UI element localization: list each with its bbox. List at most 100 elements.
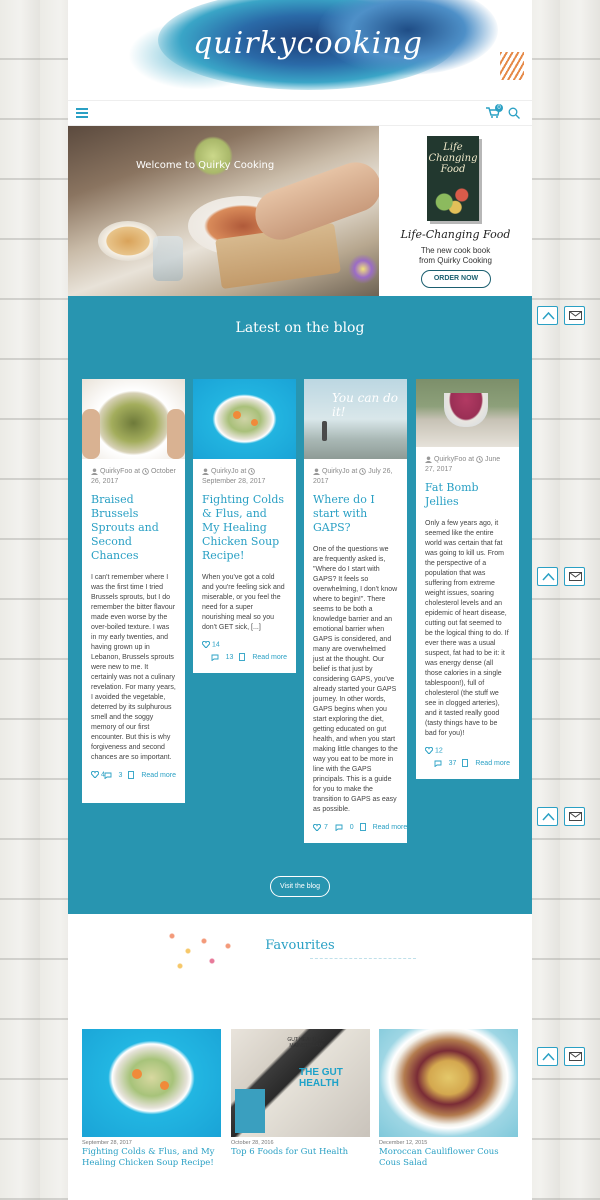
document-icon bbox=[239, 653, 246, 661]
email-button[interactable] bbox=[564, 567, 585, 586]
user-icon bbox=[202, 468, 209, 475]
page-container: quirkycooking 0 Welcome to Quirky Cookin… bbox=[68, 0, 532, 1200]
blog-section-heading: Latest on the blog bbox=[235, 320, 365, 336]
blog-card-image[interactable]: You can do it! bbox=[304, 379, 407, 459]
likes-count[interactable]: 14 bbox=[201, 640, 220, 649]
post-meta: QuirkyFoo at June 27, 2017 bbox=[425, 455, 510, 475]
clock-icon bbox=[142, 467, 149, 475]
bowl bbox=[98, 221, 158, 261]
heart-icon bbox=[201, 640, 211, 649]
clock-icon bbox=[248, 467, 256, 475]
hero-welcome-text: Welcome to Quirky Cooking bbox=[136, 160, 275, 171]
post-author[interactable]: QuirkyFoo bbox=[100, 468, 132, 475]
book-thumbnail bbox=[235, 1089, 265, 1133]
post-footer-actions: 3 Read more bbox=[104, 771, 176, 779]
logo-decoration bbox=[500, 52, 524, 80]
post-author[interactable]: QuirkyFoo bbox=[434, 456, 466, 463]
image-overlay-text: GUT HEALTH IS MAINSTREAM bbox=[287, 1037, 325, 1049]
post-title[interactable]: Fighting Colds & Flus, and My Healing Ch… bbox=[202, 493, 287, 563]
read-more-link[interactable]: Read more bbox=[252, 654, 287, 661]
comments-count[interactable]: 3 bbox=[119, 772, 123, 779]
jelly-bowl bbox=[444, 393, 488, 427]
image-overlay-text: You can do it! bbox=[332, 391, 398, 419]
post-title[interactable]: Braised Brussels Sprouts and Second Chan… bbox=[91, 493, 176, 563]
post-footer-actions: 37 Read more bbox=[434, 759, 510, 767]
favourite-date: October 28, 2016 bbox=[231, 1140, 274, 1146]
post-author[interactable]: QuirkyJo bbox=[211, 468, 239, 475]
scroll-top-button[interactable] bbox=[537, 567, 558, 586]
likes-number: 12 bbox=[434, 747, 443, 755]
blog-card-body: QuirkyJo at July 26, 2017 Where do I sta… bbox=[304, 459, 407, 843]
favourite-image[interactable]: GUT HEALTH IS MAINSTREAM THE GUT HEALTH bbox=[231, 1029, 370, 1137]
email-button[interactable] bbox=[564, 807, 585, 826]
blog-card-body: QuirkyFoo at June 27, 2017 Fat Bomb Jell… bbox=[416, 447, 519, 779]
cart-count-badge: 0 bbox=[495, 104, 503, 112]
post-at: at bbox=[351, 468, 358, 475]
post-meta: QuirkyFoo at October 26, 2017 bbox=[91, 467, 176, 487]
read-more-link[interactable]: Read more bbox=[475, 760, 510, 767]
favourite-card: GUT HEALTH IS MAINSTREAM THE GUT HEALTH … bbox=[231, 1029, 370, 1158]
favourite-title[interactable]: Top 6 Foods for Gut Health bbox=[231, 1147, 370, 1158]
site-logo[interactable]: quirkycooking bbox=[188, 26, 428, 61]
envelope-icon bbox=[569, 311, 582, 320]
read-more-link[interactable]: Read more bbox=[141, 772, 176, 779]
blog-card-body: QuirkyJo at September 28, 2017 Fighting … bbox=[193, 459, 296, 673]
hero-food-photo[interactable]: Welcome to Quirky Cooking bbox=[68, 126, 379, 296]
heart-icon bbox=[312, 823, 322, 832]
comments-count[interactable]: 0 bbox=[350, 824, 354, 831]
email-button[interactable] bbox=[564, 306, 585, 325]
favourite-image[interactable] bbox=[82, 1029, 221, 1137]
blog-card-body: QuirkyFoo at October 26, 2017 Braised Br… bbox=[82, 459, 185, 803]
heart-icon bbox=[424, 746, 434, 755]
likes-count[interactable]: 7 bbox=[324, 824, 328, 831]
post-author[interactable]: QuirkyJo bbox=[322, 468, 350, 475]
arrow-up-icon bbox=[542, 311, 555, 320]
post-excerpt: When you've got a cold and you're feelin… bbox=[202, 574, 285, 631]
comment-icon bbox=[335, 824, 343, 831]
envelope-icon bbox=[569, 572, 582, 581]
favourite-card: September 28, 2017 Fighting Colds & Flus… bbox=[82, 1029, 221, 1169]
post-footer-actions: 7 0 Read more bbox=[312, 823, 408, 832]
book-cover-image[interactable]: Life Changing Food bbox=[427, 136, 479, 221]
post-meta: QuirkyJo at July 26, 2017 bbox=[313, 467, 398, 487]
menu-icon[interactable] bbox=[76, 108, 88, 118]
favourite-image[interactable] bbox=[379, 1029, 518, 1137]
search-icon[interactable] bbox=[508, 107, 520, 119]
scroll-top-button[interactable] bbox=[537, 1047, 558, 1066]
read-more-link[interactable]: Read more bbox=[373, 824, 408, 831]
envelope-icon bbox=[569, 812, 582, 821]
post-at: at bbox=[240, 468, 247, 475]
scroll-top-button[interactable] bbox=[537, 807, 558, 826]
blog-card-image[interactable] bbox=[82, 379, 185, 459]
visit-blog-button[interactable]: Visit the blog bbox=[270, 876, 330, 897]
site-header: quirkycooking bbox=[68, 0, 532, 100]
likes-count[interactable]: 12 bbox=[424, 746, 443, 755]
nav-bar: 0 bbox=[68, 100, 532, 126]
blog-card-image[interactable] bbox=[193, 379, 296, 459]
clock-icon bbox=[359, 467, 367, 475]
blog-card-image[interactable] bbox=[416, 379, 519, 447]
order-now-button[interactable]: ORDER NOW bbox=[421, 270, 491, 288]
favourite-title[interactable]: Moroccan Cauliflower Cous Cous Salad bbox=[379, 1147, 518, 1169]
favourite-title[interactable]: Fighting Colds & Flus, and My Healing Ch… bbox=[82, 1147, 221, 1169]
post-footer: 12 37 Read more bbox=[424, 746, 510, 771]
comment-icon bbox=[434, 760, 442, 767]
scroll-top-button[interactable] bbox=[537, 306, 558, 325]
favourite-date: September 28, 2017 bbox=[82, 1140, 132, 1146]
post-title[interactable]: Where do I start with GAPS? bbox=[313, 493, 398, 535]
envelope-icon bbox=[569, 1052, 582, 1061]
comments-count[interactable]: 13 bbox=[226, 654, 234, 661]
blog-card: You can do it! QuirkyJo at July 26, 2017… bbox=[304, 379, 407, 843]
post-title[interactable]: Fat Bomb Jellies bbox=[425, 481, 510, 509]
email-button[interactable] bbox=[564, 1047, 585, 1066]
comments-count[interactable]: 37 bbox=[449, 760, 457, 767]
carrot bbox=[251, 419, 258, 426]
likes-number: 14 bbox=[211, 641, 220, 649]
document-icon bbox=[128, 771, 135, 779]
user-icon bbox=[425, 456, 432, 463]
book-subtitle-line: from Quirky Cooking bbox=[419, 256, 492, 265]
user-icon bbox=[91, 468, 98, 475]
book-subtitle-line: The new cook book bbox=[420, 246, 491, 255]
book-subtitle: The new cook book from Quirky Cooking bbox=[379, 246, 532, 266]
hero-banner: Welcome to Quirky Cooking Life Changing … bbox=[68, 126, 532, 296]
